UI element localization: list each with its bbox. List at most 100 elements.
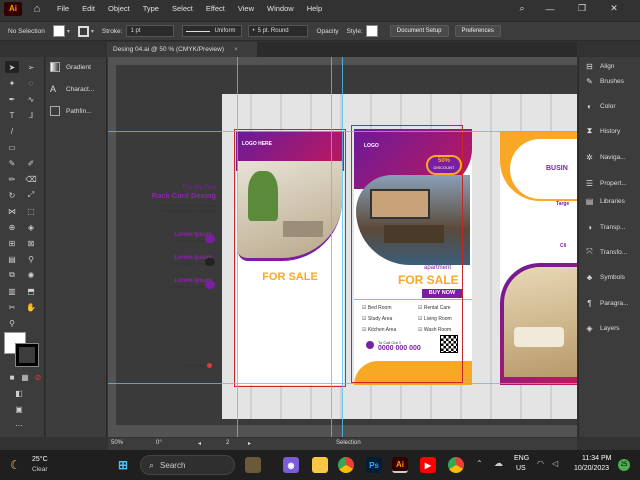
menu-view[interactable]: View: [238, 4, 254, 13]
close-tab-icon[interactable]: ×: [234, 46, 238, 53]
gradient-tool-icon[interactable]: ▤: [5, 253, 19, 265]
search-icon[interactable]: ⌕: [512, 0, 532, 17]
none-mode-icon[interactable]: ⊘: [31, 371, 45, 383]
menu-type[interactable]: Type: [143, 4, 159, 13]
stroke-weight-field[interactable]: 1 pt: [126, 25, 175, 37]
gradient-mode-icon[interactable]: ▦: [18, 371, 32, 383]
blend-icon[interactable]: ⧉: [5, 269, 19, 281]
selection-tool-icon[interactable]: ➤: [5, 61, 19, 73]
eraser-icon[interactable]: ⌫: [24, 173, 38, 185]
layers-panel-tab[interactable]: ◈ Layers: [585, 321, 619, 335]
type-tool-icon[interactable]: T: [5, 109, 19, 121]
cat-widget-icon[interactable]: [245, 457, 261, 473]
artboard-prev-icon[interactable]: ◂: [198, 440, 201, 447]
document-setup-button[interactable]: Document Setup: [389, 25, 449, 37]
rectangle-tool-icon[interactable]: ▭: [5, 141, 19, 153]
zoom-level[interactable]: 50%: [111, 440, 123, 446]
history-panel-tab[interactable]: ⧗ History: [585, 124, 621, 138]
navigator-panel-tab[interactable]: ✲ Naviga...: [585, 150, 626, 164]
zoom-tool-icon[interactable]: ⚲: [5, 317, 19, 329]
close-window-icon[interactable]: ✕: [604, 0, 624, 17]
direct-selection-tool-icon[interactable]: ➢: [24, 61, 38, 73]
restore-icon[interactable]: ❐: [572, 0, 592, 17]
brush-select[interactable]: • 5 pt. Round: [248, 25, 309, 37]
chrome-profile-icon[interactable]: [448, 457, 464, 473]
preferences-button[interactable]: Preferences: [454, 25, 501, 37]
character-panel-tab[interactable]: A Charact...: [50, 81, 94, 97]
perspective-icon[interactable]: ⊞: [5, 237, 19, 249]
color-mode-icon[interactable]: ■: [5, 371, 19, 383]
fill-swatch[interactable]: [52, 25, 65, 37]
rack-card-3[interactable]: BUSIN Targe Cli: [500, 131, 577, 385]
menu-edit[interactable]: Edit: [82, 4, 95, 13]
screen-mode-icon[interactable]: ▣: [12, 403, 26, 415]
artboard-number[interactable]: 2: [226, 440, 229, 446]
paintbrush-icon[interactable]: ✎: [5, 157, 19, 169]
pathfinder-panel-tab[interactable]: Pathfin...: [50, 103, 92, 119]
shaper-icon[interactable]: ✏: [5, 173, 19, 185]
youtube-icon[interactable]: ▶: [420, 457, 436, 473]
align-panel-tab[interactable]: ⊟ Align: [585, 59, 614, 73]
weather-moon-icon[interactable]: ☾: [10, 458, 21, 472]
weather-desc[interactable]: Clear: [32, 466, 48, 473]
artboard-tool-icon[interactable]: ⬒: [24, 285, 38, 297]
canvas-area[interactable]: This My First Rack Card Desing This My F…: [108, 57, 577, 437]
symbols-panel-tab[interactable]: ♣ Symbols: [585, 270, 625, 284]
width-tool-icon[interactable]: ⋈: [5, 205, 19, 217]
pen-tool-icon[interactable]: ✒: [5, 93, 19, 105]
weather-temp[interactable]: 25°C: [32, 456, 48, 463]
slice-icon[interactable]: ✂: [5, 301, 19, 313]
menu-window[interactable]: Window: [267, 4, 294, 13]
rotation-value[interactable]: 0°: [156, 440, 162, 446]
libraries-panel-tab[interactable]: ▤ Libraries: [585, 194, 625, 208]
wifi-icon[interactable]: ◠: [537, 459, 544, 468]
live-paint-icon[interactable]: ◈: [24, 221, 38, 233]
style-swatch[interactable]: [365, 25, 378, 37]
free-transform-icon[interactable]: ⬚: [24, 205, 38, 217]
curvature-icon[interactable]: ∿: [24, 93, 38, 105]
file-explorer-icon[interactable]: [312, 457, 328, 473]
magic-wand-icon[interactable]: ✦: [5, 77, 19, 89]
symbol-sprayer-icon[interactable]: ✺: [24, 269, 38, 281]
rotate-icon[interactable]: ↻: [5, 189, 19, 201]
mesh-icon[interactable]: ⊠: [24, 237, 38, 249]
fill-dropdown-icon[interactable]: ▾: [67, 28, 70, 35]
illustrator-taskbar-icon[interactable]: Ai: [392, 457, 408, 473]
artboard-next-icon[interactable]: ▸: [248, 440, 251, 447]
lasso-icon[interactable]: ◌: [24, 77, 38, 89]
stroke-swatch[interactable]: [77, 25, 89, 37]
document-tab[interactable]: Desing 04.ai @ 50 % (CMYK/Preview) ×: [107, 42, 257, 57]
menu-help[interactable]: Help: [307, 4, 322, 13]
clock-time[interactable]: 11:34 PM: [582, 455, 611, 462]
edit-toolbar-icon[interactable]: ⋯: [12, 419, 26, 431]
menu-effect[interactable]: Effect: [206, 4, 225, 13]
menu-file[interactable]: File: [57, 4, 69, 13]
draw-mode-icon[interactable]: ◧: [12, 387, 26, 399]
menu-select[interactable]: Select: [172, 4, 193, 13]
minimize-icon[interactable]: —: [540, 0, 560, 17]
stroke-color-box[interactable]: [15, 343, 39, 367]
menu-object[interactable]: Object: [108, 4, 130, 13]
windows-start-icon[interactable]: ⊞: [115, 457, 131, 473]
chrome-icon[interactable]: [338, 457, 354, 473]
clock-date[interactable]: 10/20/2023: [574, 465, 609, 472]
meet-app-icon[interactable]: ◉: [283, 457, 299, 473]
speaker-icon[interactable]: ◁: [552, 459, 558, 468]
shape-builder-icon[interactable]: ⊕: [5, 221, 19, 233]
color-panel-tab[interactable]: ◐ Color: [585, 99, 615, 113]
opacity-label[interactable]: Opacity: [316, 28, 338, 35]
transparency-panel-tab[interactable]: ◑ Transp...: [585, 220, 625, 234]
hand-tool-icon[interactable]: ✋: [24, 301, 38, 313]
stroke-dropdown-icon[interactable]: ▾: [91, 28, 94, 35]
tray-chevron-icon[interactable]: ⌃: [476, 459, 483, 468]
eyedropper-icon[interactable]: ⚲: [24, 253, 38, 265]
cloud-icon[interactable]: ☁: [494, 458, 503, 469]
language-code[interactable]: ENG: [514, 455, 529, 462]
transform-panel-tab[interactable]: ⤧ Transfo...: [585, 245, 627, 259]
line-tool-icon[interactable]: /: [5, 125, 19, 137]
home-icon[interactable]: ⌂: [30, 2, 44, 16]
paragraph-panel-tab[interactable]: ¶ Paragra...: [585, 296, 628, 310]
scale-icon[interactable]: ⤢: [24, 189, 38, 201]
column-graph-icon[interactable]: ▥: [5, 285, 19, 297]
touch-type-icon[interactable]: ⅃: [24, 109, 38, 121]
